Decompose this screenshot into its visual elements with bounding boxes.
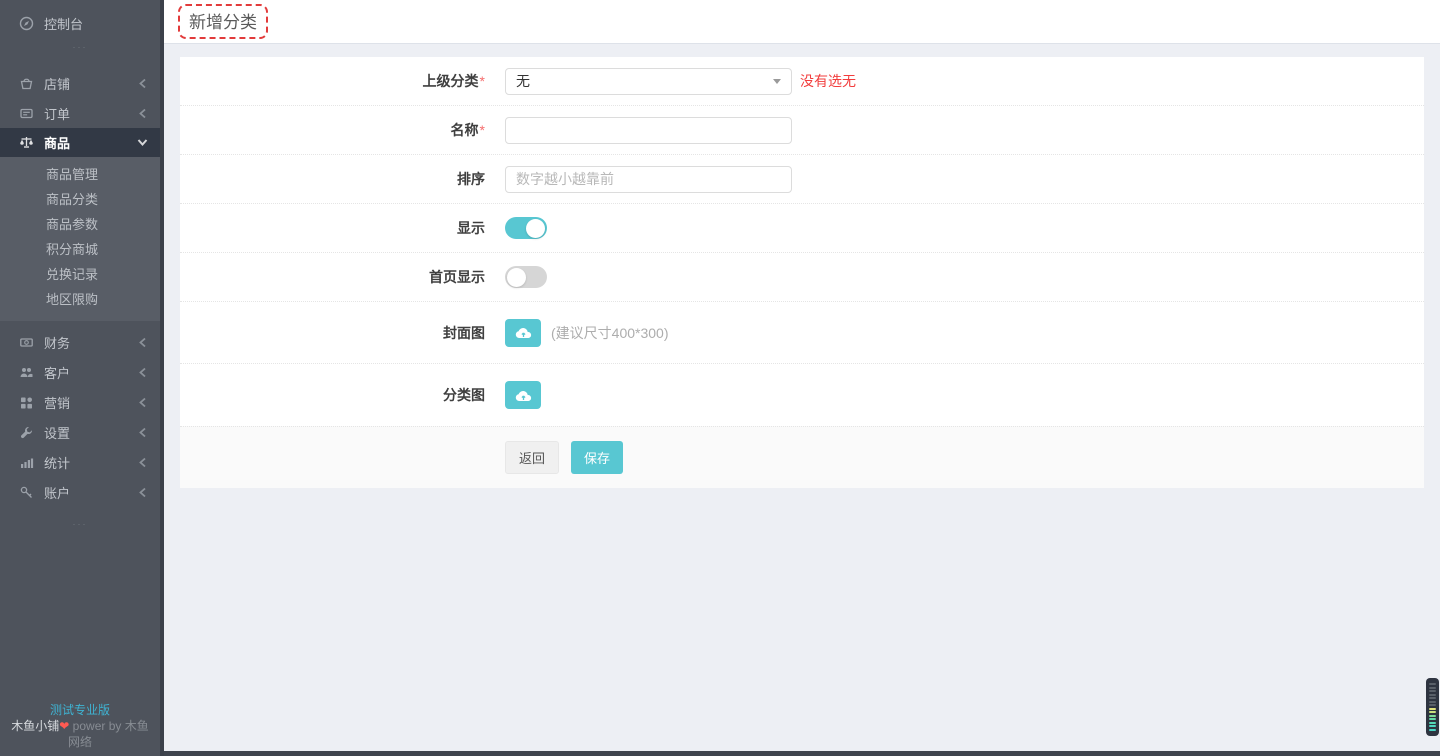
- required-asterisk: *: [480, 73, 485, 89]
- sidebar-subitem-goods-params[interactable]: 商品参数: [0, 212, 160, 237]
- wrench-icon: [18, 424, 34, 440]
- required-asterisk: *: [480, 122, 485, 138]
- validation-note: 没有选无: [800, 71, 856, 91]
- chevron-left-icon: [136, 107, 148, 119]
- level-meter-widget: [1426, 678, 1439, 736]
- form-row-parent-category: 上级分类* 无 没有选无: [180, 57, 1424, 106]
- sidebar-item-label: 控制台: [44, 14, 148, 33]
- brand-name: 木鱼小铺: [11, 719, 59, 733]
- powered-by-text: 木鱼小铺❤ power by 木鱼网络: [8, 718, 152, 750]
- sidebar-item-label: 商品: [44, 133, 136, 152]
- homepage-show-toggle[interactable]: [505, 266, 547, 288]
- chevron-left-icon: [136, 77, 148, 89]
- chevron-left-icon: [136, 396, 148, 408]
- sidebar-item-customers[interactable]: 客户: [0, 357, 160, 387]
- sidebar-item-finance[interactable]: 财务: [0, 327, 160, 357]
- chevron-left-icon: [136, 366, 148, 378]
- sort-input[interactable]: [505, 166, 792, 193]
- page-title: 新增分类: [189, 13, 257, 32]
- sidebar-item-label: 店铺: [44, 74, 136, 93]
- sidebar-item-orders[interactable]: 订单: [0, 98, 160, 128]
- cloud-upload-icon: [515, 389, 532, 402]
- sidebar-item-statistics[interactable]: 统计: [0, 447, 160, 477]
- shop-icon: [18, 75, 34, 91]
- sidebar-subitem-exchange-records[interactable]: 兑换记录: [0, 262, 160, 287]
- sidebar-item-account[interactable]: 账户: [0, 477, 160, 507]
- form-card: 上级分类* 无 没有选无 名称* 排序: [180, 57, 1424, 488]
- chevron-down-icon: [136, 137, 148, 149]
- sidebar-item-shop[interactable]: 店铺: [0, 68, 160, 98]
- horizontal-scrollbar[interactable]: [164, 751, 1440, 756]
- sidebar-item-label: 统计: [44, 453, 136, 472]
- chevron-left-icon: [136, 336, 148, 348]
- page-header: 新增分类: [164, 0, 1440, 44]
- form-row-category-image: 分类图: [180, 364, 1424, 426]
- sidebar-item-label: 客户: [44, 363, 136, 382]
- scales-icon: [18, 135, 34, 151]
- field-label: 封面图: [180, 323, 485, 343]
- sidebar-item-label: 设置: [44, 423, 136, 442]
- field-label: 分类图: [180, 385, 485, 405]
- sidebar-item-settings[interactable]: 设置: [0, 417, 160, 447]
- goods-submenu: 商品管理 商品分类 商品参数 积分商城 兑换记录 地区限购: [0, 157, 160, 321]
- compass-icon: [18, 15, 34, 31]
- sidebar-item-marketing[interactable]: 营销: [0, 387, 160, 417]
- form-row-homepage-show: 首页显示: [180, 253, 1424, 302]
- size-hint: (建议尺寸400*300): [551, 323, 669, 343]
- field-label: 首页显示: [180, 267, 485, 287]
- key-icon: [18, 484, 34, 500]
- chevron-down-icon: [773, 79, 781, 84]
- sidebar-item-label: 账户: [44, 483, 136, 502]
- sidebar-subitem-points-mall[interactable]: 积分商城: [0, 237, 160, 262]
- money-icon: [18, 334, 34, 350]
- title-annotation-box: 新增分类: [178, 4, 268, 39]
- sidebar-item-label: 订单: [44, 104, 136, 123]
- category-image-upload-button[interactable]: [505, 381, 541, 409]
- marketing-icon: [18, 394, 34, 410]
- form-row-show: 显示: [180, 204, 1424, 253]
- sidebar-item-goods[interactable]: 商品: [0, 128, 160, 157]
- toggle-knob: [507, 268, 526, 287]
- content-area: 上级分类* 无 没有选无 名称* 排序: [164, 44, 1440, 756]
- chart-icon: [18, 454, 34, 470]
- sidebar-subitem-goods-category[interactable]: 商品分类: [0, 187, 160, 212]
- field-label: 排序: [180, 169, 485, 189]
- form-row-name: 名称*: [180, 106, 1424, 155]
- cover-image-upload-button[interactable]: [505, 319, 541, 347]
- sidebar-subitem-region-limit[interactable]: 地区限购: [0, 287, 160, 312]
- users-icon: [18, 364, 34, 380]
- field-label: 显示: [180, 218, 485, 238]
- sidebar-item-label: 营销: [44, 393, 136, 412]
- version-link[interactable]: 测试专业版: [8, 702, 152, 718]
- cloud-upload-icon: [515, 326, 532, 339]
- toggle-knob: [526, 219, 545, 238]
- save-button[interactable]: 保存: [571, 441, 623, 474]
- form-actions: 返回 保存: [180, 426, 1424, 488]
- form-row-cover-image: 封面图 (建议尺寸400*300): [180, 302, 1424, 364]
- sidebar-item-label: 财务: [44, 333, 136, 352]
- form-row-sort: 排序: [180, 155, 1424, 204]
- chevron-left-icon: [136, 486, 148, 498]
- sidebar: 控制台 ··· 店铺 订单 商品 商品管理 商品分类 商品参数 积分商城: [0, 0, 164, 756]
- heart-icon: ❤: [59, 719, 69, 733]
- credit-text: power by 木鱼网络: [68, 719, 149, 749]
- chevron-left-icon: [136, 426, 148, 438]
- show-toggle[interactable]: [505, 217, 547, 239]
- chevron-left-icon: [136, 456, 148, 468]
- sidebar-footer: 测试专业版 木鱼小铺❤ power by 木鱼网络: [0, 702, 160, 750]
- order-icon: [18, 105, 34, 121]
- back-button[interactable]: 返回: [505, 441, 559, 474]
- main-area: 新增分类 上级分类* 无 没有选无 名称*: [164, 0, 1440, 756]
- field-label: 上级分类*: [180, 71, 485, 91]
- parent-category-select[interactable]: 无: [505, 68, 792, 95]
- field-label: 名称*: [180, 120, 485, 140]
- sidebar-item-console[interactable]: 控制台: [0, 8, 160, 38]
- sidebar-subitem-goods-manage[interactable]: 商品管理: [0, 162, 160, 187]
- name-input[interactable]: [505, 117, 792, 144]
- sidebar-divider: ···: [0, 515, 160, 533]
- select-value: 无: [516, 71, 773, 91]
- sidebar-divider: ···: [0, 38, 160, 56]
